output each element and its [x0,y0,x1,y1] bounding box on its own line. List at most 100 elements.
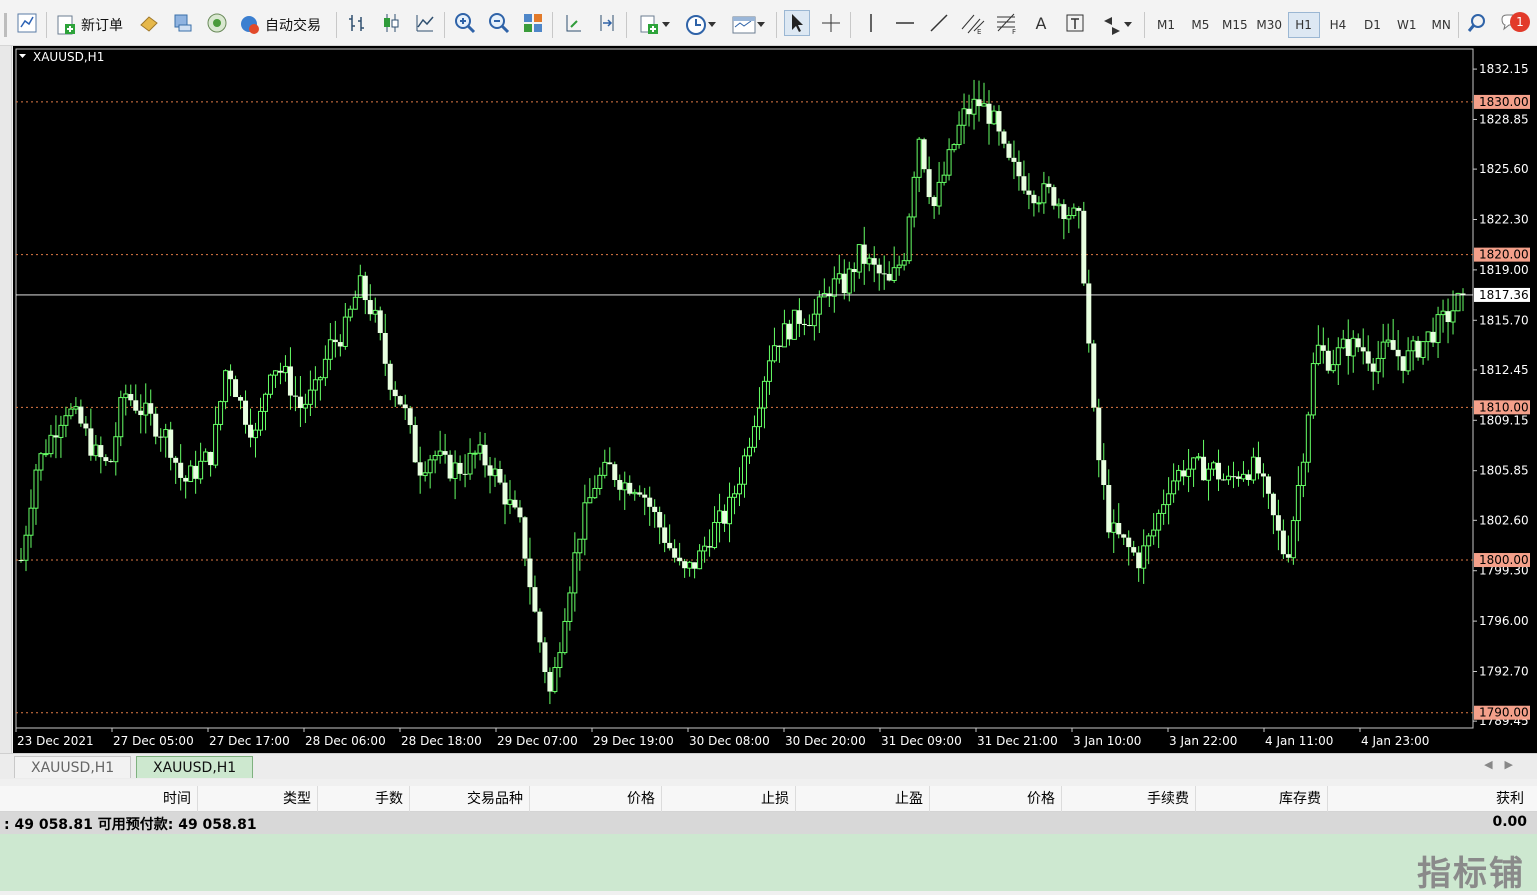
column-header-0[interactable]: 时间 [0,786,198,812]
auto-scroll-icon[interactable] [560,10,586,36]
candle-body-bull [1310,363,1316,416]
new-order-button[interactable]: 新订单 [52,10,130,40]
timeframe-m30-button[interactable]: M30 [1253,12,1285,38]
candle-body-bear [128,394,134,401]
candle-body-bull [213,423,219,466]
candle-body-bull [1171,480,1177,495]
candle-body-bull [38,453,44,471]
candle-body-bull [48,434,54,455]
x-tick-label-14: 4 Jan 23:00 [1361,734,1429,748]
zoom-in-icon[interactable] [452,10,478,36]
candle-body-bull [352,296,358,310]
tab-scroll-arrows[interactable]: ◀▶ [1484,758,1525,771]
navigator-icon[interactable] [170,10,196,36]
vertical-line-icon[interactable] [858,10,884,36]
fibonacci-icon[interactable]: F [994,10,1020,36]
column-header-8[interactable]: 手续费 [1062,786,1196,812]
search-icon[interactable] [1464,10,1490,36]
candle-body-bear [1001,131,1007,144]
candle-body-bull [203,451,209,462]
candle-body-bear [722,510,728,524]
candle-body-bear [1360,347,1366,352]
text-label-icon[interactable] [1062,10,1088,36]
bar-chart-icon[interactable] [344,10,370,36]
candle-body-bear [647,497,653,507]
candle-body-bull [587,497,593,504]
timeframe-w1-button[interactable]: W1 [1391,12,1423,38]
indicators-dropdown[interactable] [634,10,674,40]
template-icon [732,16,756,34]
candle-body-bull [63,415,69,426]
y-tick-label-12: 1792.70 [1479,665,1529,679]
timeframe-m15-button[interactable]: M15 [1219,12,1251,38]
candle-body-bull [28,507,34,536]
candle-body-bull [432,455,438,461]
candle-body-bull [1385,339,1391,343]
timeframe-h4-button[interactable]: H4 [1322,12,1354,38]
market-watch-icon[interactable] [136,10,162,36]
candle-body-bear [966,108,972,115]
candle-body-bear [417,462,423,476]
crosshair-icon[interactable] [818,10,844,36]
x-tick-label-0: 23 Dec 2021 [17,734,94,748]
signals-icon[interactable] [204,10,230,36]
candle-body-bull [1166,493,1172,506]
chart-properties-icon[interactable] [14,10,40,36]
tab-xauusd-h1-1[interactable]: XAUUSD,H1 [14,756,132,778]
candle-body-bear [447,454,453,479]
candlestick-icon[interactable] [378,10,404,36]
candle-body-bear [861,244,867,264]
timeframe-m5-button[interactable]: M5 [1184,12,1216,38]
column-header-3[interactable]: 交易品种 [410,786,530,812]
new-order-label: 新订单 [81,18,123,34]
x-tick-label-8: 30 Dec 20:00 [785,734,866,748]
text-tool-icon[interactable]: A [1028,10,1054,36]
timeframe-m1-button[interactable]: M1 [1150,12,1182,38]
column-header-4[interactable]: 价格 [530,786,662,812]
chart-shift-icon[interactable] [594,10,620,36]
arrows-dropdown[interactable] [1096,10,1136,40]
tile-windows-icon[interactable] [520,10,546,36]
toolbar-grip [0,10,12,40]
candle-body-bull [896,264,902,269]
line-chart-icon[interactable] [412,10,438,36]
periods-dropdown[interactable] [680,10,720,40]
trendline-icon[interactable] [926,10,952,36]
candle-body-bull [702,545,708,552]
timeframe-mn-button[interactable]: MN [1425,12,1457,38]
candle-body-bull [1056,203,1062,207]
column-header-7[interactable]: 价格 [930,786,1062,812]
templates-dropdown[interactable] [728,10,768,40]
candle-body-bear [133,400,139,411]
column-header-5[interactable]: 止损 [662,786,796,812]
svg-text:E: E [977,28,981,35]
candle-body-bear [78,406,84,424]
timeframe-h1-button[interactable]: H1 [1287,12,1320,38]
tab-xauusd-h1-2[interactable]: XAUUSD,H1 [136,756,254,778]
candle-body-bear [1255,457,1261,474]
equidistant-channel-icon[interactable]: E [960,10,986,36]
candle-body-bear [1081,210,1087,284]
horizontal-line-icon[interactable] [892,10,918,36]
chevron-down-icon [1124,22,1132,27]
candle-body-bear [238,397,244,401]
column-header-10[interactable]: 获利 [1328,786,1530,812]
zoom-out-icon[interactable] [486,10,512,36]
price-chart[interactable]: 1832.15 1828.85 1825.60 1822.30 1819.00 1815.… [13,46,1537,753]
column-header-1[interactable]: 类型 [198,786,318,812]
candle-body-bull [1141,545,1147,569]
cursor-icon[interactable] [784,10,810,36]
column-header-6[interactable]: 止盈 [796,786,930,812]
column-header-2[interactable]: 手数 [318,786,410,812]
candle-body-bear [153,413,159,437]
candle-body-bull [1440,310,1446,316]
column-header-9[interactable]: 库存费 [1196,786,1328,812]
y-tick-label-1: 1828.85 [1479,112,1529,126]
candle-body-bull [1211,462,1217,470]
indicators-icon [640,15,658,34]
candle-body-bull [1375,357,1381,373]
candle-body-bear [158,436,164,438]
chart-window[interactable]: 1832.15 1828.85 1825.60 1822.30 1819.00 1815.… [13,46,1537,753]
timeframe-d1-button[interactable]: D1 [1356,12,1388,38]
autotrade-button[interactable]: 自动交易 [236,10,328,40]
